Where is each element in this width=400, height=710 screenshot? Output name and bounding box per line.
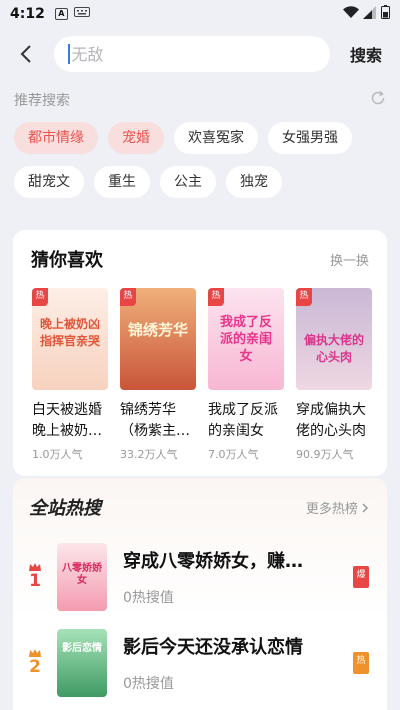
- text-cursor: [68, 44, 70, 64]
- more-hot-button[interactable]: 更多热榜: [306, 498, 369, 517]
- book-popularity: 7.0万人气: [208, 448, 259, 461]
- status-bar: 4:12 A: [0, 0, 400, 28]
- book-popularity: 90.9万人气: [296, 448, 354, 461]
- book-cover: 热 我成了反派的亲闺女: [208, 288, 284, 390]
- search-button[interactable]: 搜索: [350, 42, 382, 66]
- guess-title: 猜你喜欢: [31, 250, 103, 271]
- book-popularity: 33.2万人气: [120, 448, 178, 461]
- tag-item[interactable]: 重生: [94, 166, 150, 198]
- book-title: 穿成偏执大佬的心头肉: [296, 402, 366, 439]
- swap-button[interactable]: 换一换: [330, 250, 369, 269]
- cover-title: 我成了反派的亲闺女: [219, 315, 272, 364]
- hot-search-value: 0热搜值: [123, 590, 174, 606]
- tag-item[interactable]: 公主: [160, 166, 216, 198]
- tag-item[interactable]: 欢喜冤家: [174, 122, 258, 154]
- search-box[interactable]: [54, 36, 330, 72]
- refresh-icon[interactable]: [370, 90, 386, 110]
- notification-a-icon: A: [54, 8, 68, 20]
- cover-title: 偏执大佬的心头肉: [303, 333, 364, 364]
- back-arrow-icon: [20, 45, 31, 63]
- cover-title: 锦绣芳华: [127, 321, 188, 339]
- cover-title: 八零娇娇女: [62, 563, 102, 586]
- book-cover: 热 偏执大佬的心头肉: [296, 288, 372, 390]
- search-header: 搜索: [0, 34, 400, 74]
- hot-badge: 热: [296, 288, 312, 306]
- recommend-tags: 都市情缘 宠婚 欢喜冤家 女强男强 甜宠文 重生 公主 独宠: [14, 122, 394, 198]
- hot-book-cover: 八零娇娇女: [57, 543, 107, 611]
- search-input[interactable]: [71, 44, 292, 64]
- more-hot-label: 更多热榜: [305, 501, 358, 517]
- book-title: 锦绣芳华（杨紫主…: [120, 402, 190, 439]
- hot-badge: 热: [120, 288, 136, 306]
- book-title: 白天被逃婚晚上被奶…: [32, 402, 102, 439]
- recommend-header: 推荐搜索: [14, 88, 386, 112]
- rank-number: 2: [29, 657, 41, 677]
- tag-item[interactable]: 宠婚: [108, 122, 164, 154]
- rank-number: 1: [29, 571, 41, 591]
- book-popularity: 1.0万人气: [32, 448, 83, 461]
- hot-search-row[interactable]: 2 影后恋情 影后今天还没承认恋情 0热搜值 热: [13, 626, 387, 700]
- tag-item[interactable]: 都市情缘: [14, 122, 98, 154]
- hot-search-value: 0热搜值: [123, 676, 174, 692]
- battery-icon: [381, 5, 390, 23]
- book-item[interactable]: 热 偏执大佬的心头肉 穿成偏执大佬的心头肉 90.9万人气: [296, 288, 372, 462]
- back-button[interactable]: [16, 44, 36, 64]
- cover-title: 晚上被奶凶指挥官亲哭: [39, 317, 100, 348]
- hot-book-title: 穿成八零娇娇女，赚…: [123, 551, 303, 572]
- crown-icon: [29, 649, 41, 657]
- rank-indicator: 2: [13, 649, 57, 677]
- hot-book-title: 影后今天还没承认恋情: [123, 637, 303, 658]
- status-time: 4:12: [10, 6, 45, 22]
- chevron-right-icon: [362, 502, 369, 513]
- wifi-icon: [343, 5, 359, 23]
- keyboard-icon: [73, 6, 90, 22]
- signal-icon: [363, 5, 377, 23]
- tag-item[interactable]: 甜宠文: [14, 166, 84, 198]
- rank-indicator: 1: [13, 563, 57, 591]
- hot-badge: 热: [32, 288, 48, 306]
- burst-flag-icon: 爆: [353, 566, 369, 588]
- book-title: 我成了反派的亲闺女: [208, 402, 278, 439]
- book-cover: 热 晚上被奶凶指挥官亲哭: [32, 288, 108, 390]
- cover-title: 影后恋情: [62, 643, 102, 654]
- book-cover: 热 锦绣芳华: [120, 288, 196, 390]
- hot-search-row[interactable]: 1 八零娇娇女 穿成八零娇娇女，赚… 0热搜值 爆: [13, 540, 387, 614]
- book-item[interactable]: 热 锦绣芳华 锦绣芳华（杨紫主… 33.2万人气: [120, 288, 196, 462]
- hot-search-title: 全站热搜: [29, 498, 101, 519]
- tag-item[interactable]: 女强男强: [268, 122, 352, 154]
- crown-icon: [29, 563, 41, 571]
- guess-you-like-card: 猜你喜欢 换一换 热 晚上被奶凶指挥官亲哭 白天被逃婚晚上被奶… 1.0万人气 …: [13, 230, 387, 476]
- book-item[interactable]: 热 我成了反派的亲闺女 我成了反派的亲闺女 7.0万人气: [208, 288, 284, 462]
- recommend-title: 推荐搜索: [14, 93, 70, 109]
- hot-book-cover: 影后恋情: [57, 629, 107, 697]
- tag-item[interactable]: 独宠: [226, 166, 282, 198]
- hot-badge: 热: [208, 288, 224, 306]
- hot-search-card: 全站热搜 更多热榜 1 八零娇娇女 穿成八零娇娇女，赚… 0热搜值 爆 2 影后…: [13, 478, 387, 710]
- book-item[interactable]: 热 晚上被奶凶指挥官亲哭 白天被逃婚晚上被奶… 1.0万人气: [32, 288, 108, 462]
- hot-flag-icon: 热: [353, 652, 369, 674]
